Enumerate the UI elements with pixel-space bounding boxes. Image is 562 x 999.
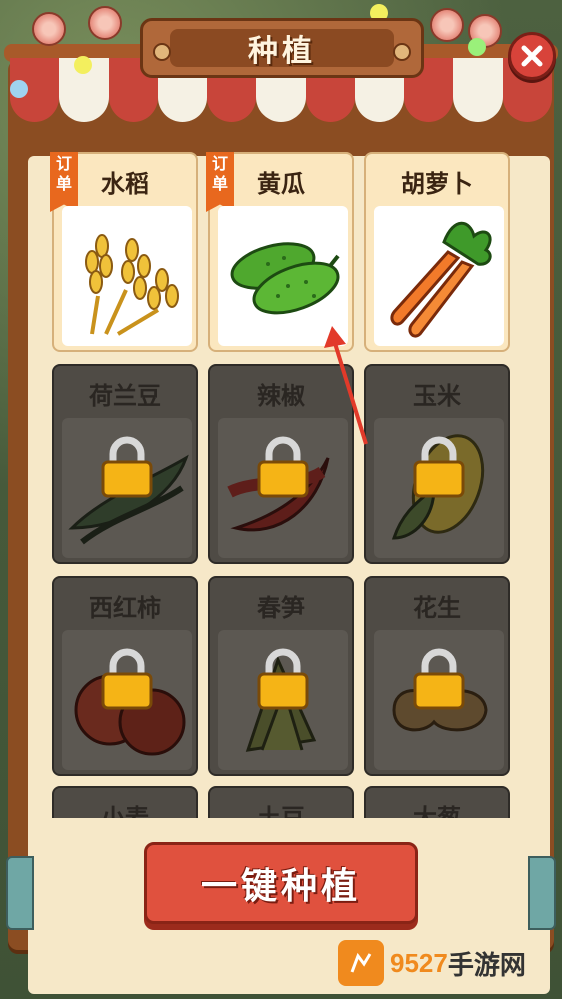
crop-card-potato[interactable]: 土豆 <box>208 786 354 818</box>
crop-card-tomato[interactable]: 西红柿 <box>52 576 198 776</box>
watermark-text: 手游网 <box>447 949 526 980</box>
crop-card-scallion[interactable]: 大葱 <box>364 786 510 818</box>
crop-name: 西红柿 <box>89 593 161 622</box>
crop-name: 胡萝卜 <box>401 169 473 198</box>
lock-icon <box>413 436 465 498</box>
plant-button-label: 一键种植 <box>200 865 361 907</box>
crop-name: 花生 <box>413 593 461 622</box>
lock-icon <box>257 436 309 498</box>
lock-icon <box>257 648 309 710</box>
close-icon <box>521 45 543 67</box>
crop-card-corn[interactable]: 玉米 <box>364 364 510 564</box>
light-bulb <box>468 38 486 56</box>
crop-grid: 订单 水稻 订单 黄瓜 胡萝卜 荷兰豆 辣椒 玉米 西红柿 春笋 花生 小麦 土… <box>50 152 512 818</box>
crop-name: 春笋 <box>257 593 305 622</box>
carrot-icon <box>374 206 504 346</box>
rice-icon <box>62 206 192 346</box>
watermark: 9527 手游网 <box>338 940 526 986</box>
flower-decoration <box>32 12 66 46</box>
crop-name: 土豆 <box>257 803 305 818</box>
pointer-arrow-icon <box>324 326 368 445</box>
crop-card-peanut[interactable]: 花生 <box>364 576 510 776</box>
lock-icon <box>101 436 153 498</box>
watermark-number: 9527 <box>390 947 448 978</box>
crop-card-rice[interactable]: 订单 水稻 <box>50 152 198 352</box>
crop-card-bamboo-shoot[interactable]: 春笋 <box>208 576 354 776</box>
crop-card-wheat[interactable]: 小麦 <box>52 786 198 818</box>
crop-name: 黄瓜 <box>257 169 305 198</box>
light-bulb <box>10 80 28 98</box>
flower-decoration <box>88 6 122 40</box>
crop-card-pea[interactable]: 荷兰豆 <box>52 364 198 564</box>
lock-icon <box>413 648 465 710</box>
crop-card-carrot[interactable]: 胡萝卜 <box>364 152 510 352</box>
crop-name: 小麦 <box>101 803 149 818</box>
panel-lip-left <box>6 856 34 930</box>
crop-name: 大葱 <box>413 803 461 818</box>
watermark-logo-icon <box>338 940 384 986</box>
panel-lip-right <box>528 856 556 930</box>
one-click-plant-button[interactable]: 一键种植 <box>144 842 418 924</box>
crop-name: 荷兰豆 <box>89 381 161 410</box>
title-plaque: 种植 <box>140 18 424 78</box>
crop-name: 玉米 <box>413 381 461 410</box>
crop-name: 水稻 <box>101 169 149 198</box>
page-title: 种植 <box>248 34 316 69</box>
flower-decoration <box>430 8 464 42</box>
lock-icon <box>101 648 153 710</box>
light-bulb <box>74 56 92 74</box>
close-button[interactable] <box>508 32 556 80</box>
